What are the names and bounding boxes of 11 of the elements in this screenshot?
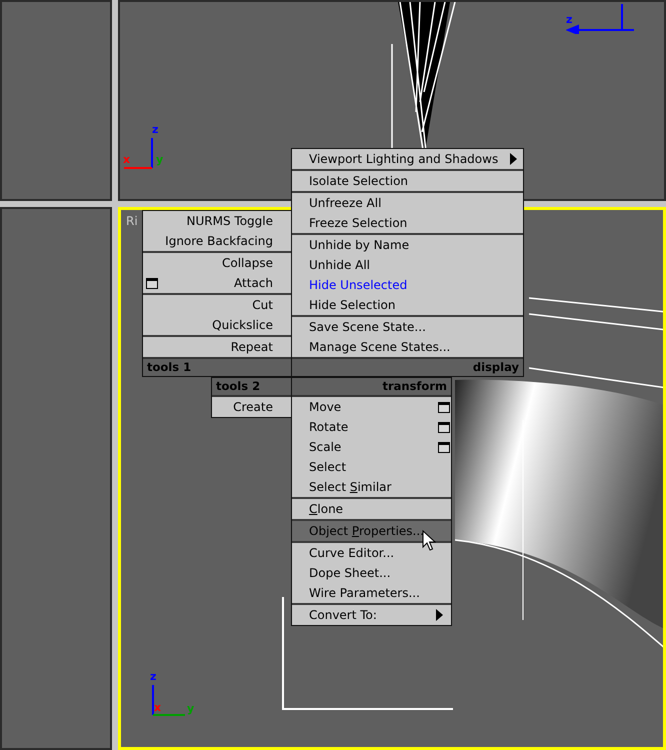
axis-label: y [187, 703, 194, 714]
menu-header: transform [292, 378, 451, 397]
axis-label: y [156, 154, 164, 165]
axis-label: z [150, 671, 156, 682]
axis-label: x [123, 154, 130, 165]
menu-header: tools 1 [143, 357, 291, 376]
axis-label: x [154, 702, 162, 713]
menu-header: display [292, 357, 523, 376]
axis-label: z [566, 14, 572, 25]
axis-label: z [152, 124, 158, 135]
menu-header: tools 2 [212, 378, 291, 397]
